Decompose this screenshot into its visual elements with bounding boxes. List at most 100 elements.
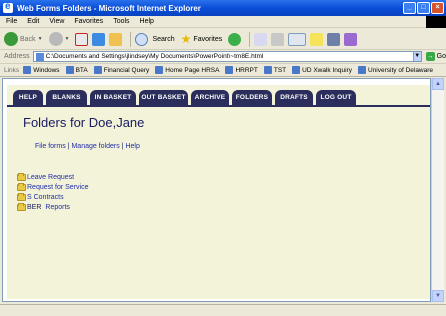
home-icon[interactable] [109,32,123,46]
forward-dropdown-icon[interactable]: ▼ [65,36,70,42]
scroll-down-icon[interactable]: ▼ [432,290,444,302]
address-input[interactable]: C:\Documents and Settings\jlindsey\My Do… [32,51,422,62]
back-dropdown-icon[interactable]: ▼ [38,36,43,42]
go-button[interactable]: → Go [425,52,446,61]
search-label: Search [152,35,175,43]
title-bar: Web Forms Folders - Microsoft Internet E… [0,0,446,16]
menu-bar: File Edit View Favorites Tools Help [0,16,446,28]
favorites-button[interactable]: ★ Favorites [181,32,223,46]
address-dropdown-icon[interactable]: ▼ [412,51,422,62]
link-separator: | [67,143,70,150]
tab-blanks[interactable]: BLANKS [46,90,87,105]
tab-help[interactable]: HELP [13,90,43,105]
folder-item-request-for-service: Request for Service [17,182,88,192]
nav-divider [7,105,430,107]
folder-icon [17,172,26,181]
vertical-scrollbar[interactable]: ▲ ▼ [431,78,444,302]
window-controls: _ □ × [403,2,444,14]
back-arrow-icon [4,32,18,46]
page-content: HELP BLANKS IN BASKET OUT BASKET ARCHIVE… [7,85,430,299]
help-link[interactable]: Help [125,143,139,150]
folder-link[interactable]: Request for Service [27,184,88,191]
link-label: University of Delaware [368,66,434,74]
discuss-icon[interactable] [310,32,324,46]
folder-icon [17,202,26,211]
maximize-icon[interactable]: □ [417,2,430,14]
file-forms-link[interactable]: File forms [35,143,66,150]
minimize-icon[interactable]: _ [403,2,416,14]
link-hrrpt[interactable]: HRRPT [225,66,258,74]
print-icon[interactable] [271,32,285,46]
messenger-icon[interactable] [344,32,358,46]
links-label: Links [4,66,20,74]
nav-tabs: HELP BLANKS IN BASKET OUT BASKET ARCHIVE… [13,90,356,105]
link-university-of-delaware[interactable]: University of Delaware [358,66,433,74]
toolbar-separator [130,31,132,47]
folder-item-leave-request: Leave Request [17,172,88,182]
link-label: UD Xwalk Inquiry [302,66,352,74]
link-icon [225,66,234,74]
link-tst[interactable]: TST [263,66,287,74]
menu-favorites[interactable]: Favorites [74,18,103,25]
search-icon [135,32,149,46]
menu-help[interactable]: Help [140,18,154,25]
links-bar: Links Windows BTA Financial Query Home P… [0,64,446,77]
search-button[interactable]: Search [135,32,175,46]
tab-folders[interactable]: FOLDERS [232,90,272,105]
link-icon [23,66,32,74]
scroll-up-icon[interactable]: ▲ [432,78,444,90]
forward-button[interactable]: ▼ [48,32,70,46]
status-bar [0,304,446,316]
address-url: C:\Documents and Settings\jlindsey\My Do… [45,53,264,60]
forward-arrow-icon [48,32,63,46]
tab-out-basket[interactable]: OUT BASKET [139,90,188,105]
folder-link[interactable]: S Contracts [27,194,64,201]
link-ud-xwalk-inquiry[interactable]: UD Xwalk Inquiry [292,66,352,74]
edit-icon[interactable] [288,32,307,46]
menu-edit[interactable]: Edit [27,18,39,25]
link-label: Windows [33,66,60,74]
page-viewport: HELP BLANKS IN BASKET OUT BASKET ARCHIVE… [2,78,431,302]
link-label: TST [273,66,287,74]
link-icon [65,66,74,74]
page-icon [35,52,44,61]
toolbar: Back ▼ ▼ Search ★ Favorites [0,29,446,50]
link-icon [155,66,164,74]
tab-drafts[interactable]: DRAFTS [275,90,313,105]
link-icon [358,66,366,74]
tab-archive[interactable]: ARCHIVE [191,90,229,105]
menu-view[interactable]: View [49,18,64,25]
link-windows[interactable]: Windows [23,66,60,74]
folder-link[interactable]: Reports [45,204,70,211]
link-icon [93,66,102,74]
stop-icon[interactable] [75,32,89,46]
folder-prefix: BER [27,203,42,211]
favorites-star-icon: ★ [180,32,192,46]
go-arrow-icon: → [425,52,435,61]
link-financial-query[interactable]: Financial Query [93,66,150,74]
close-icon[interactable]: × [431,2,444,14]
toolbar-separator [249,31,251,47]
refresh-icon[interactable] [92,32,106,46]
menu-tools[interactable]: Tools [113,18,129,25]
link-label: Financial Query [103,66,150,74]
mail-icon[interactable] [254,32,268,46]
link-icon [263,66,272,74]
link-bta[interactable]: BTA [65,66,88,74]
tab-in-basket[interactable]: IN BASKET [90,90,136,105]
link-separator: | [121,143,124,150]
action-links: File forms | Manage folders | Help [35,143,140,150]
manage-folders-link[interactable]: Manage folders [71,143,119,150]
back-button[interactable]: Back ▼ [4,32,43,46]
research-icon[interactable] [327,32,341,46]
folder-link[interactable]: Leave Request [27,174,74,181]
folder-item-s-contracts: S Contracts [17,192,88,202]
ie-icon [3,1,13,13]
tab-log-out[interactable]: LOG OUT [316,90,356,105]
folder-icon [17,192,26,201]
menu-file[interactable]: File [6,18,17,25]
address-bar: Address C:\Documents and Settings\jlinds… [0,50,446,64]
link-home-page-hrsa[interactable]: Home Page HRSA [155,66,219,74]
media-icon[interactable] [228,32,242,46]
back-label: Back [20,35,36,43]
